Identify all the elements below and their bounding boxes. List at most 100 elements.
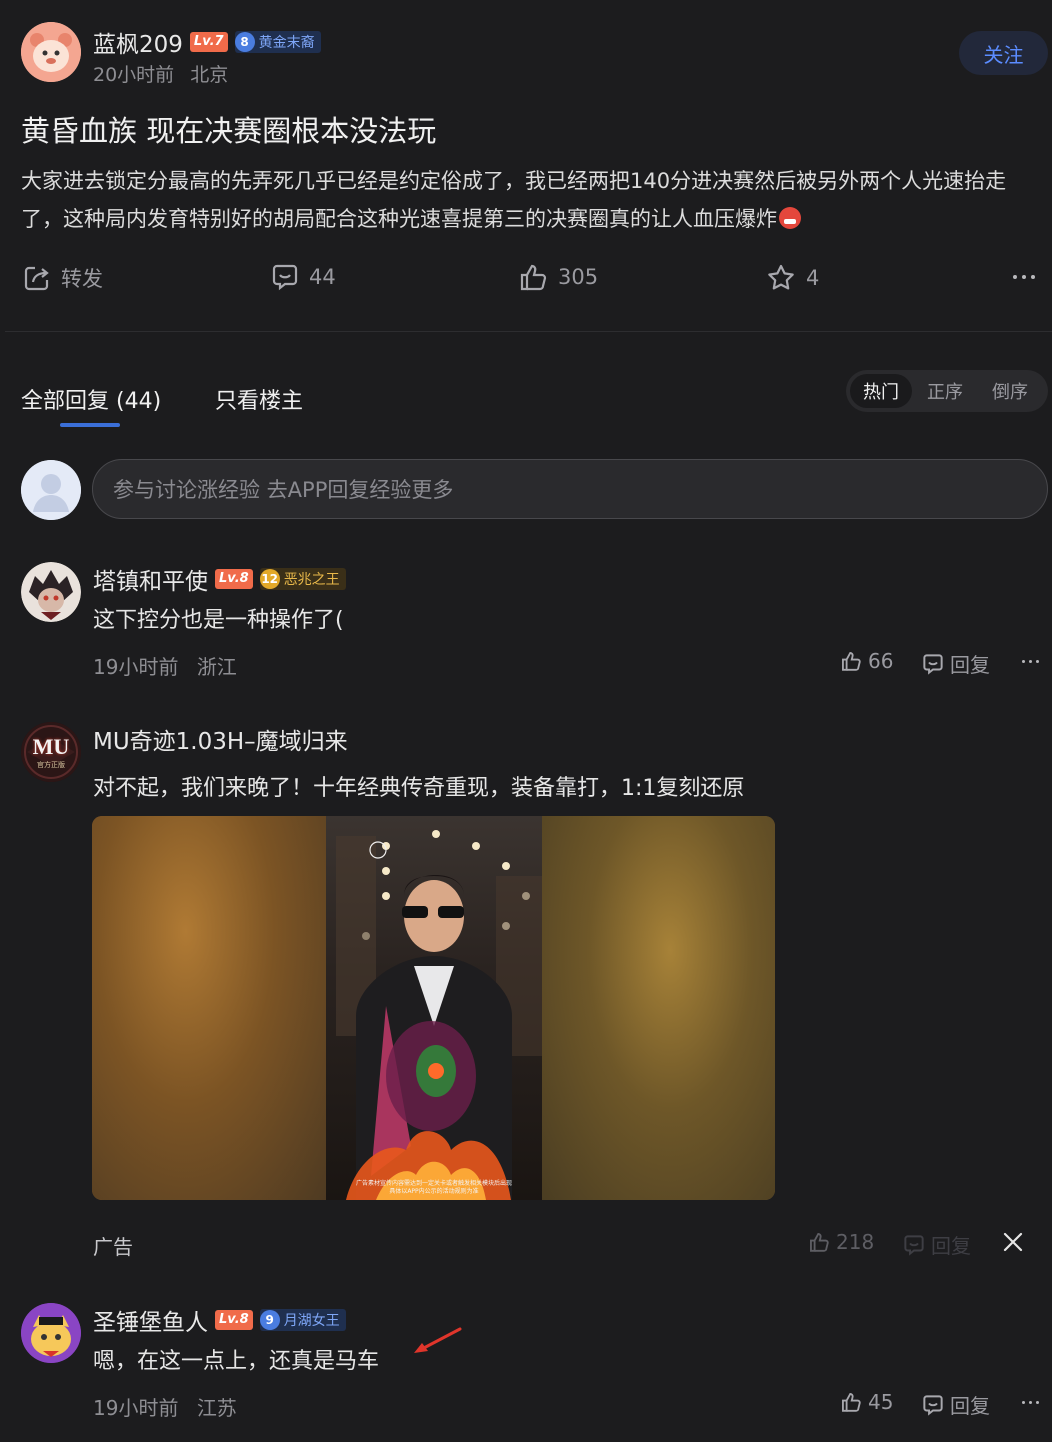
fan-badge: 8 黄金末裔 <box>234 31 321 53</box>
post-meta: 20小时前 北京 <box>93 60 228 87</box>
thumbs-up-icon <box>842 1393 861 1412</box>
post-author-row: 蓝枫209 Lv.7 8 黄金末裔 <box>93 25 321 59</box>
comment-count: 44 <box>309 265 336 289</box>
star-icon <box>768 264 794 290</box>
share-button[interactable]: 转发 <box>23 263 103 293</box>
ad-disclaimer-line1: 广告素材宣传内容需达到一定关卡或者触发相关模块后出现 <box>355 1180 512 1187</box>
close-icon[interactable] <box>1002 1231 1024 1253</box>
level-badge: Lv.8 <box>215 569 253 589</box>
level-badge: Lv.7 <box>189 32 228 52</box>
ad-avatar[interactable]: MU 官方正版 <box>21 722 81 782</box>
tab-active-indicator <box>60 423 120 427</box>
like-count: 305 <box>558 265 599 289</box>
comment-text: 这下控分也是一种操作了( <box>93 608 344 633</box>
tab-all-replies[interactable]: 全部回复 (44) <box>21 383 161 415</box>
comment-reply-button[interactable]: 回复 <box>922 1390 990 1419</box>
ad-reply-label: 回复 <box>931 1234 971 1258</box>
comment-reply-label: 回复 <box>950 653 990 677</box>
post-more-icon[interactable] <box>1013 275 1035 279</box>
comment-button[interactable]: 44 <box>271 263 336 291</box>
comment-time: 19小时前 <box>93 655 179 679</box>
fan-badge: 12 恶兆之王 <box>259 568 346 590</box>
ad-video-blur-left <box>92 816 326 1200</box>
tab-op-only[interactable]: 只看楼主 <box>215 383 303 415</box>
comment-location: 浙江 <box>196 655 237 679</box>
red-arrow-annotation <box>410 1326 464 1360</box>
sort-toggle: 热门 正序 倒序 <box>846 370 1048 412</box>
fan-badge-title: 月湖女王 <box>283 1313 340 1329</box>
ad-label: 广告 <box>93 1235 133 1259</box>
ad-disclaimer: 广告素材宣传内容需达到一定关卡或者触发相关模块后出现 具体以APP内公示的活动规… <box>326 1180 542 1196</box>
level-badge: Lv.8 <box>215 1310 253 1330</box>
comment-more-icon[interactable] <box>1022 660 1039 663</box>
post-time: 20小时前 <box>93 64 175 86</box>
post-location: 北京 <box>190 64 229 86</box>
comment-meta: 19小时前 浙江 <box>93 651 237 680</box>
comment-reply-label: 回复 <box>950 1394 990 1418</box>
sort-desc-label: 倒序 <box>992 382 1028 403</box>
sort-desc[interactable]: 倒序 <box>978 374 1042 408</box>
tab-op-only-label: 只看楼主 <box>215 389 304 414</box>
fan-badge-title: 黄金末裔 <box>258 35 315 51</box>
post-body-text: 大家进去锁定分最高的先弄死几乎已经是约定俗成了，我已经两把140分进决赛然后被另… <box>21 169 1007 231</box>
ad-reply-button[interactable]: 回复 <box>903 1230 971 1259</box>
sort-asc-label: 正序 <box>927 382 963 403</box>
comment-like-button[interactable]: 66 <box>840 649 893 673</box>
reply-input-placeholder: 参与讨论涨经验 去APP回复经验更多 <box>113 478 454 502</box>
ad-video-scene <box>336 830 542 1200</box>
comment-like-button[interactable]: 45 <box>840 1390 893 1414</box>
ad-video-blur-right <box>542 816 775 1200</box>
diamond-icon: 8 <box>234 32 255 52</box>
reply-input[interactable]: 参与讨论涨经验 去APP回复经验更多 <box>92 459 1048 519</box>
comment-author-name[interactable]: 圣锤堡鱼人 <box>93 1303 208 1337</box>
post-title: 黄昏血族 现在决赛圈根本没法玩 <box>21 114 437 148</box>
comment-avatar[interactable] <box>21 562 81 622</box>
comment-author-row: 圣锤堡鱼人 Lv.8 9 月湖女王 <box>93 1303 346 1337</box>
ad-author-name[interactable]: MU奇迹1.03H–魔域归来 <box>93 722 348 756</box>
post-body: 大家进去锁定分最高的先弄死几乎已经是约定俗成了，我已经两把140分进决赛然后被另… <box>21 162 1036 238</box>
post-author-avatar[interactable] <box>21 22 81 82</box>
share-icon <box>24 266 49 291</box>
comment-icon <box>272 264 298 291</box>
diamond-icon: 12 <box>259 569 280 589</box>
ad-video[interactable]: 广告素材宣传内容需达到一定关卡或者触发相关模块后出现 具体以APP内公示的活动规… <box>92 816 775 1200</box>
ad-like-count: 218 <box>836 1230 875 1254</box>
share-label: 转发 <box>61 267 103 291</box>
comment-author-row: 塔镇和平使 Lv.8 12 恶兆之王 <box>93 562 346 596</box>
comment-like-count: 45 <box>868 1390 894 1414</box>
tab-all-replies-label: 全部回复 (44) <box>21 389 162 414</box>
comment-avatar[interactable] <box>21 1303 81 1363</box>
ad-video-frame: 广告素材宣传内容需达到一定关卡或者触发相关模块后出现 具体以APP内公示的活动规… <box>326 816 542 1200</box>
comment-time: 19小时前 <box>93 1396 179 1420</box>
sort-asc[interactable]: 正序 <box>912 374 978 408</box>
comment-more-icon[interactable] <box>1022 1401 1039 1404</box>
comment-icon <box>923 1394 943 1416</box>
like-button[interactable]: 305 <box>518 262 598 292</box>
post-author-name[interactable]: 蓝枫209 <box>93 25 183 59</box>
comment-like-count: 66 <box>868 649 894 673</box>
comment-icon <box>923 653 943 675</box>
comment-meta: 19小时前 江苏 <box>93 1392 237 1421</box>
sort-hot-label: 热门 <box>863 382 899 403</box>
thumbs-up-icon <box>810 1233 829 1252</box>
ad-disclaimer-line2: 具体以APP内公示的活动规则为准 <box>389 1188 479 1195</box>
section-divider <box>5 331 1052 332</box>
ad-avatar-subtext: 官方正版 <box>37 761 65 769</box>
fan-badge-title: 恶兆之王 <box>283 572 340 588</box>
favorite-count: 4 <box>806 266 820 290</box>
comment-reply-button[interactable]: 回复 <box>922 649 990 678</box>
ad-avatar-text: MU <box>32 734 70 759</box>
favorite-button[interactable]: 4 <box>766 263 819 293</box>
comment-author-name[interactable]: 塔镇和平使 <box>93 562 208 596</box>
follow-label: 关注 <box>983 42 1024 67</box>
comment-text: 嗯，在这一点上，还真是马车 <box>93 1349 380 1374</box>
fan-badge: 9 月湖女王 <box>259 1309 346 1331</box>
angry-emoji-icon <box>779 207 801 229</box>
thumbs-up-icon <box>842 652 861 671</box>
ad-like-button[interactable]: 218 <box>808 1230 874 1254</box>
follow-button[interactable]: 关注 <box>959 31 1048 75</box>
sort-hot[interactable]: 热门 <box>850 374 912 408</box>
thumbs-up-icon <box>520 264 547 291</box>
current-user-avatar <box>21 460 81 520</box>
ad-text: 对不起，我们来晚了！十年经典传奇重现，装备靠打，1:1复刻还原 <box>93 776 745 801</box>
